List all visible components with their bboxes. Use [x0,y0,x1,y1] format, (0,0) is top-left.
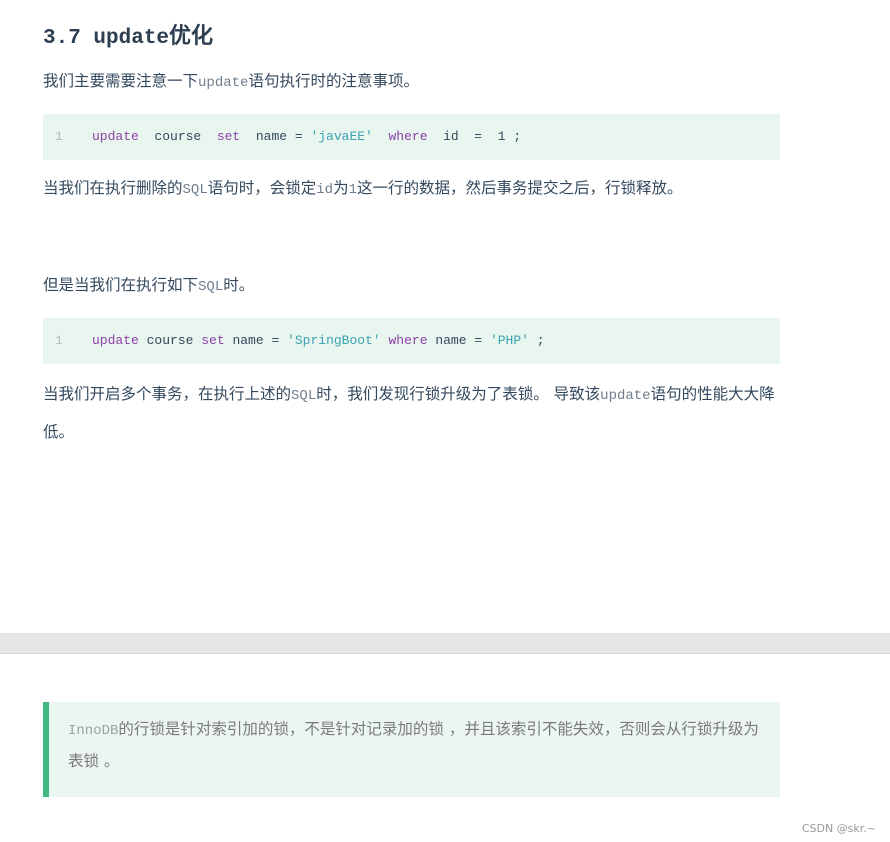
section-divider [0,633,890,654]
sql-keyword: where [388,333,428,348]
sql-keyword: update [92,333,139,348]
sql-token: id = 1 ; [427,129,522,144]
sql-string: 'javaEE' [310,129,373,144]
sql-keyword: update [92,129,139,144]
note-text: InnoDB的行锁是针对索引加的锁，不是针对记录加的锁 ，并且该索引不能失效，否… [68,720,759,770]
code-line: update course set name = 'SpringBoot' wh… [92,333,545,348]
sql-keyword: where [388,129,428,144]
sql-string: 'PHP' [489,333,529,348]
sql-token: name = [224,333,288,348]
paragraph-delete-lock: 当我们在执行删除的SQL语句时，会锁定id为1这一行的数据，然后事务提交之后，行… [43,179,683,198]
sql-string: 'SpringBoot' [287,333,381,348]
sql-token: name = [427,333,490,348]
intro-paragraph: 我们主要需要注意一下update语句执行时的注意事项。 [43,72,419,91]
paragraph-table-lock: 当我们开启多个事务，在执行上述的SQL时，我们发现行锁升级为了表锁。 导致该up… [43,385,775,441]
sql-keyword: set [201,333,225,348]
paragraph-execute-sql: 但是当我们在执行如下SQL时。 [43,276,255,295]
sql-token: course [138,129,217,144]
watermark: CSDN @skr.~ [801,822,876,835]
code-line: update course set name = 'javaEE' where … [92,129,521,144]
line-number: 1 [55,129,63,144]
sql-token: ; [528,333,545,348]
line-number: 1 [55,333,63,348]
sql-token: name = [240,129,311,144]
section-heading: 3.7 update优化 [43,24,214,50]
code-block-1: 1 update course set name = 'javaEE' wher… [43,114,780,160]
note-blockquote: InnoDB的行锁是针对索引加的锁，不是针对记录加的锁 ，并且该索引不能失效，否… [43,702,780,797]
sql-token: course [138,333,202,348]
code-block-2: 1 update course set name = 'SpringBoot' … [43,318,780,364]
sql-keyword: set [216,129,241,144]
